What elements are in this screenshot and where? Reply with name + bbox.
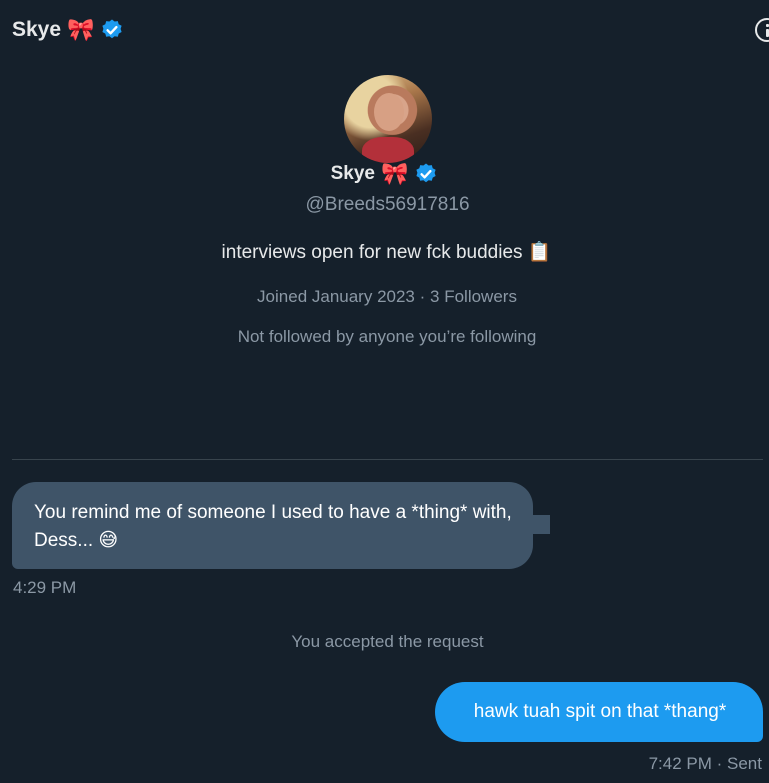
profile-meta: Joined January 2023 · 3 Followers: [0, 287, 769, 307]
incoming-message-time: 4:29 PM: [13, 578, 77, 597]
outgoing-message-text: hawk tuah spit on that *thang*: [473, 701, 727, 722]
outgoing-message-bubble[interactable]: hawk tuah spit on that *thang*: [435, 682, 763, 742]
profile-name-row: Skye 🎀: [0, 162, 769, 186]
outgoing-message-time: 7:42 PM: [648, 754, 712, 773]
outgoing-message-status: 7:42 PM · Sent: [649, 754, 762, 774]
avatar-clothing: [362, 137, 414, 163]
profile-verified-badge-icon: [416, 163, 436, 183]
verified-badge-icon: [102, 19, 123, 39]
bow-emoji: 🎀: [67, 17, 95, 42]
profile-avatar[interactable]: [344, 75, 432, 163]
conversation-header: Skye 🎀: [12, 14, 124, 46]
profile-bow-emoji: 🎀: [380, 161, 409, 186]
profile-handle[interactable]: @Breeds56917816: [0, 194, 769, 216]
profile-name[interactable]: Skye: [331, 163, 375, 185]
status-separator: ·: [716, 754, 723, 773]
header-title[interactable]: Skye: [12, 18, 61, 42]
request-accepted-note: You accepted the request: [291, 632, 484, 651]
info-icon[interactable]: [755, 18, 769, 42]
avatar-face: [374, 93, 404, 131]
message-bubble-tab: [533, 515, 550, 534]
incoming-message-text: You remind me of someone I used to have …: [34, 502, 512, 551]
followers-count-link[interactable]: 3 Followers: [430, 287, 517, 306]
meta-separator: ·: [419, 287, 426, 306]
profile-bio: interviews open for new fck buddies 📋: [221, 242, 552, 263]
followed-by-text: Not followed by anyone you’re following: [237, 327, 537, 346]
sent-status: Sent: [727, 754, 762, 773]
incoming-message-bubble[interactable]: You remind me of someone I used to have …: [12, 482, 533, 569]
dm-conversation: Skye 🎀 Skye 🎀 @Breeds56917816 interviews…: [0, 0, 769, 783]
joined-date: Joined January 2023: [257, 287, 415, 306]
divider: [12, 459, 763, 460]
